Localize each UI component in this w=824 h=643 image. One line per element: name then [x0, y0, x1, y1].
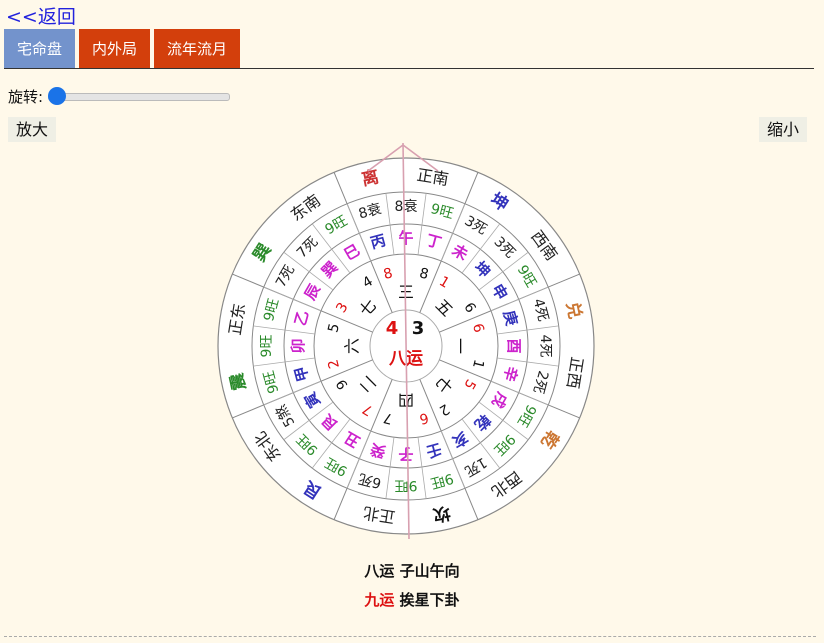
slider-track: [48, 93, 230, 101]
palace-base-star: 一: [451, 338, 470, 354]
tab-annual-monthly[interactable]: 流年流月: [154, 29, 241, 69]
state-label: 9旺: [259, 335, 275, 358]
footer-divider: [4, 636, 816, 637]
tab-bar: 宅命盘 内外局 流年流月: [4, 29, 241, 69]
state-label: 9旺: [395, 477, 418, 493]
rotate-slider[interactable]: [48, 86, 230, 106]
mountain-label: 午: [398, 229, 413, 247]
caption-text: 挨星下卦: [399, 591, 460, 609]
slider-thumb[interactable]: [48, 87, 66, 105]
state-label: 8衰: [395, 198, 418, 215]
center-mountain-star: 4: [386, 318, 399, 339]
tab-inner-outer[interactable]: 内外局: [79, 29, 151, 69]
chart-caption-1: 八运 子山午向: [364, 562, 460, 580]
mountain-label: 酉: [505, 338, 523, 353]
center-water-star: 3: [412, 318, 425, 339]
caption-red: 九运: [364, 591, 395, 609]
mountain-label: 卯: [289, 338, 307, 353]
tab-house-chart[interactable]: 宅命盘: [4, 29, 76, 69]
mountain-label: 子: [398, 445, 413, 463]
divider: [4, 68, 814, 69]
palace-base-star: 六: [343, 338, 362, 354]
rotate-label: 旋转:: [8, 88, 44, 106]
zoom-in-button[interactable]: 放大: [8, 117, 57, 142]
state-label: 4死: [537, 335, 553, 358]
chart-caption-2: 九运 挨星下卦: [0, 589, 824, 610]
back-link[interactable]: <<返回: [6, 2, 76, 29]
compass-wheel[interactable]: 离正南坤西南兑正西乾西北坎正北艮东北震正东巽东南 8衰 8衰 9旺3死3死9旺4死4死…: [213, 143, 599, 539]
wheel-rings: 离正南坤西南兑正西乾西北坎正北艮东北震正东巽东南 8衰 8衰 9旺3死3死9旺4死4死…: [217, 143, 595, 539]
zoom-out-button[interactable]: 缩小: [759, 117, 808, 142]
